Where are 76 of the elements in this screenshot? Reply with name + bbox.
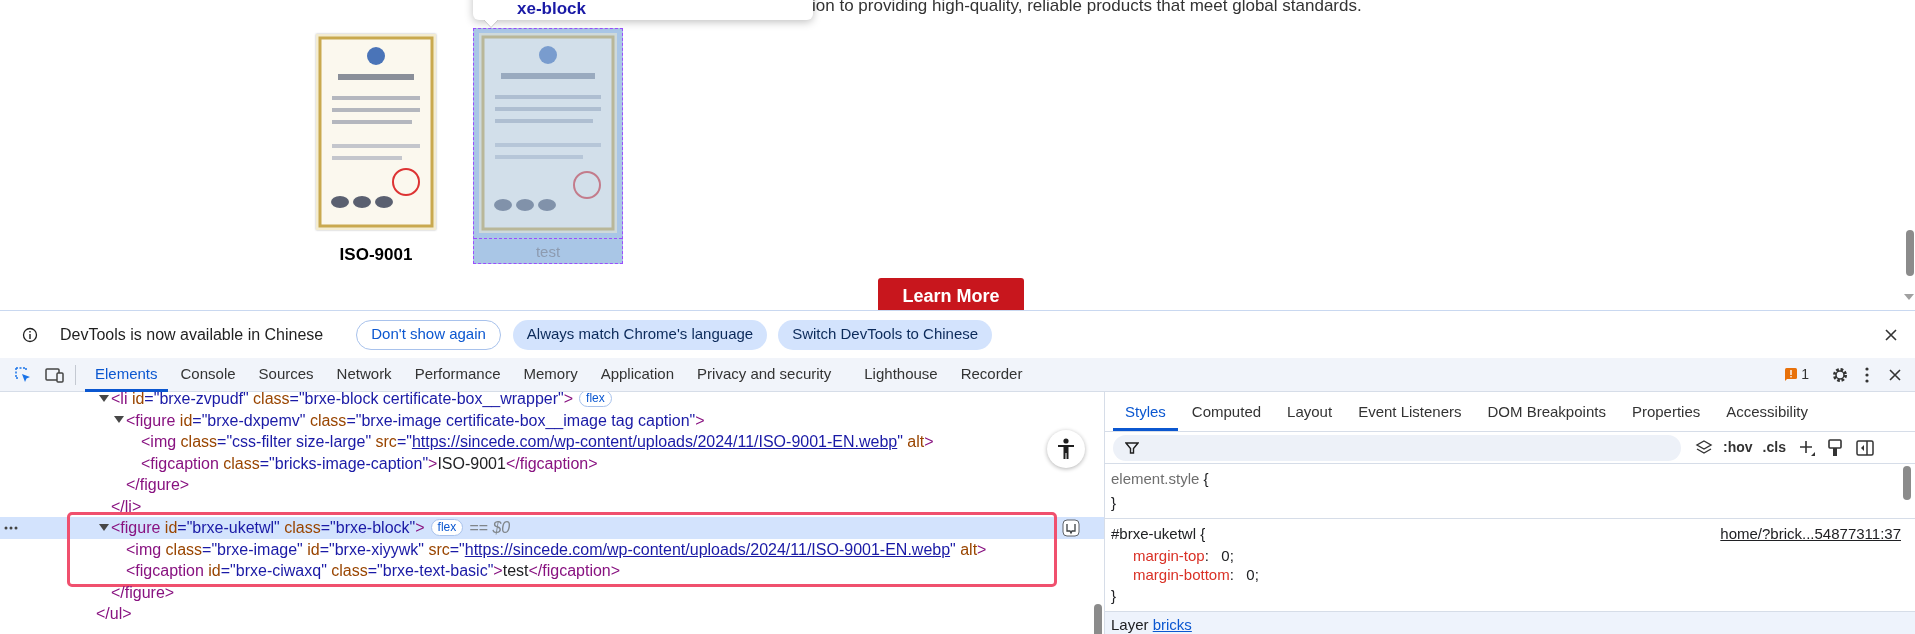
dom-node-line: </figure> — [111, 582, 175, 603]
scrollbar-thumb[interactable] — [1906, 230, 1914, 276]
collapse-triangle-icon[interactable] — [98, 522, 111, 533]
dom-node-line: <figcaption class="bricks-image-caption">ISO-9001</figcaption> — [141, 453, 598, 474]
closing-brace: } — [1111, 586, 1117, 606]
dom-node-line: <figcaption id="brxe-ciwaxq" class="brxe-text-basic">test</figcaption> — [126, 561, 621, 582]
styles-tab[interactable]: Computed — [1179, 397, 1274, 431]
styles-tab[interactable]: Event Listeners — [1346, 397, 1474, 431]
css-selector: #brxe-uketwl { — [1111, 523, 1206, 544]
css-selector: element.style { — [1111, 468, 1209, 489]
dom-node-line: <figure id="brxe-uketwl" class="brxe-block"> — [111, 518, 425, 539]
issue-flag-icon — [1785, 368, 1798, 381]
inspect-icon — [14, 365, 32, 384]
devtools-tab[interactable]: Console — [170, 357, 246, 392]
scrollbar-thumb[interactable] — [1903, 466, 1911, 500]
accessibility-button[interactable] — [1047, 430, 1085, 468]
layers-icon — [1695, 438, 1713, 457]
css-declaration: margin-bottom: 0; — [1132, 565, 1260, 584]
issues-button[interactable]: 1 — [1781, 363, 1813, 386]
more-icon — [4, 526, 18, 530]
styles-tab[interactable]: Properties — [1619, 397, 1713, 431]
more-options-icon — [1865, 366, 1869, 383]
flex-badge[interactable]: flex — [430, 519, 464, 537]
styles-tab[interactable]: Layout — [1275, 397, 1345, 431]
devtools-tab[interactable]: Lighthouse — [854, 357, 948, 392]
filter-icon — [1125, 440, 1139, 455]
tooltip-text: xe-block — [517, 0, 586, 18]
close-icon — [1885, 328, 1897, 341]
styles-tab[interactable]: Accessibility — [1714, 397, 1820, 431]
dom-node-line: </ul> — [96, 604, 132, 625]
url-link[interactable]: https://sincede.com/wp-content/uploads/2024/11/ISO-9001-EN.webp — [464, 540, 951, 558]
figure-caption: ISO-9001 — [339, 244, 413, 266]
close-icon — [1889, 368, 1901, 381]
dom-node-line: </li> — [111, 496, 142, 517]
sidebar-toggle-icon — [1855, 438, 1874, 457]
layer-label: Layer — [1111, 614, 1150, 634]
css-declaration: margin-top: 0; — [1132, 546, 1235, 565]
dom-node-line: <figure id="brxe-dxpemv" class="brxe-image certificate-box__image tag caption"> — [126, 410, 705, 431]
devtools-tab[interactable]: Network — [326, 357, 402, 392]
layer-link[interactable]: bricks — [1152, 613, 1192, 634]
selected-node-marker: == $0 — [469, 517, 511, 538]
devtools-tab[interactable]: Elements — [85, 357, 168, 392]
collapse-triangle-icon[interactable] — [98, 393, 111, 404]
person-icon — [1057, 438, 1075, 460]
styles-tab[interactable]: DOM Breakpoints — [1475, 397, 1618, 431]
closing-brace: } — [1111, 493, 1117, 513]
styles-tab[interactable]: Styles — [1113, 397, 1178, 431]
paint-brush-icon — [1827, 438, 1842, 457]
url-link[interactable]: https://sincede.com/wp-content/uploads/2024/11/ISO-9001-EN.webp — [411, 433, 898, 451]
stylesheet-link[interactable]: home/?brick...54877311:37 — [1720, 522, 1901, 546]
infobar-message: DevTools is now available in Chinese — [60, 324, 324, 345]
devtools-tab[interactable]: Performance — [404, 357, 511, 392]
dom-node-line: </figure> — [126, 475, 190, 496]
device-toolbar-icon — [45, 366, 65, 383]
new-rule-icon — [1797, 438, 1816, 457]
toolbar-toggle[interactable]: .cls — [1762, 437, 1786, 458]
toolbar-toggle[interactable]: :hov — [1723, 437, 1753, 458]
filter-field[interactable] — [1113, 434, 1681, 461]
scrollbar-thumb[interactable] — [1094, 604, 1102, 634]
settings-icon — [1831, 365, 1849, 384]
devtools-tab[interactable]: Application — [590, 357, 685, 392]
dom-node-line: <img class="brxe-image" id="brxe-xiyywk" src="https://sincede.com/wp-content/uploads/2024/11/ISO-9001-EN.webp" alt> — [126, 539, 987, 560]
devtools-tab[interactable]: Memory — [513, 357, 588, 392]
learn-more-button[interactable]: Learn More — [878, 278, 1024, 310]
dom-node-line: <img class="css-filter size-large" src="https://sincede.com/wp-content/uploads/2024/11/ISO-9001-EN.webp" alt> — [141, 432, 934, 453]
flex-badge[interactable]: flex — [579, 392, 612, 408]
ai-assistance-icon — [1062, 519, 1080, 537]
devtools-tab[interactable]: Sources — [248, 357, 324, 392]
infobar-button[interactable]: Switch DevTools to Chinese — [778, 319, 993, 350]
infobar-button[interactable]: Always match Chrome's language — [512, 319, 768, 350]
infobar-button[interactable]: Don't show again — [356, 319, 501, 350]
devtools-tab[interactable]: Recorder — [950, 357, 1033, 392]
scroll-down-arrow-icon — [1904, 294, 1914, 300]
dom-node-line: <li id="brxe-zvpudf" class="brxe-block certificate-box__wrapper"> — [111, 392, 574, 410]
info-icon — [22, 326, 38, 343]
devtools-tab[interactable]: Privacy and security — [687, 357, 842, 392]
